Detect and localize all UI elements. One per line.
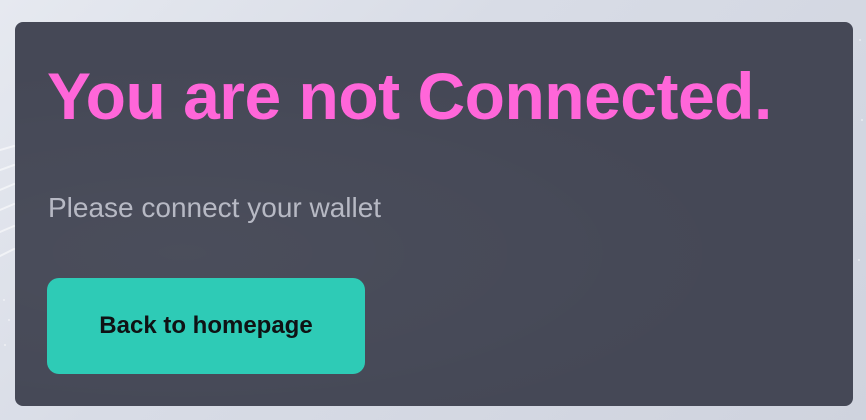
connect-wallet-message: Please connect your wallet bbox=[48, 192, 382, 223]
back-to-homepage-button[interactable]: Back to homepage bbox=[47, 278, 365, 374]
not-connected-card: You are not Connected. Please connect yo… bbox=[15, 22, 853, 406]
page-title: You are not Connected. bbox=[47, 59, 772, 133]
